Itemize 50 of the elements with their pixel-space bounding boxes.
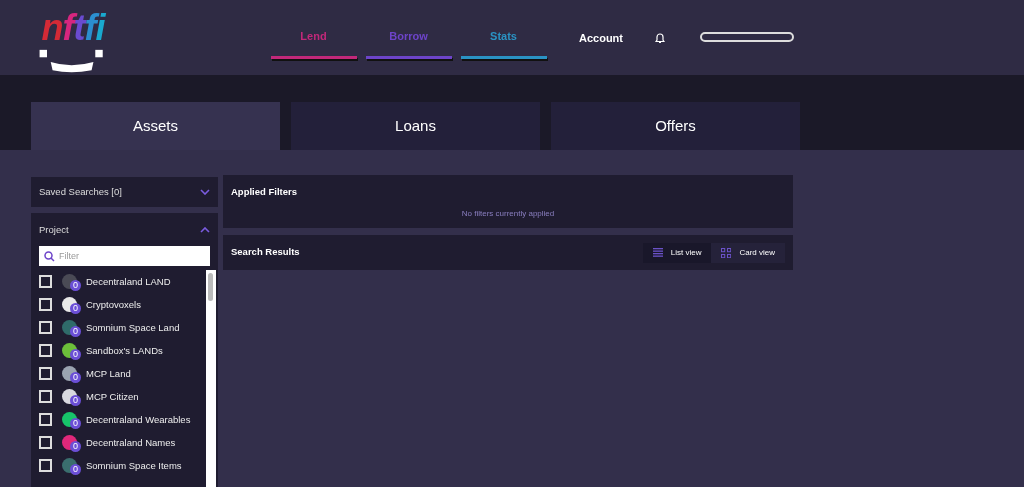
panel-title: Saved Searches [0] <box>39 184 122 199</box>
count-badge: 0 <box>70 280 81 292</box>
saved-searches-panel[interactable]: Saved Searches [0] <box>31 177 218 207</box>
checkbox[interactable] <box>39 321 52 335</box>
empty-message: No filters currently applied <box>460 208 556 221</box>
nav-link[interactable]: Stats <box>460 28 547 59</box>
tab[interactable]: Assets <box>31 102 280 150</box>
bell-icon[interactable] <box>655 32 665 44</box>
grid-icon <box>721 247 732 258</box>
count-badge: 0 <box>70 395 81 407</box>
project-name[interactable]: MCP Land <box>86 366 131 381</box>
panel-title: Project <box>39 223 69 237</box>
checkbox[interactable] <box>39 344 52 358</box>
scrollbar[interactable] <box>206 270 216 487</box>
project-name[interactable]: MCP Citizen <box>86 389 139 404</box>
list-icon <box>652 248 663 257</box>
project-name[interactable]: Decentraland Wearables <box>86 412 191 427</box>
chevron-down-icon[interactable] <box>200 189 210 195</box>
account-link[interactable]: Account <box>579 30 623 47</box>
project-name[interactable]: Decentraland Names <box>86 435 176 450</box>
project-name[interactable]: Decentraland LAND <box>86 274 171 289</box>
project-name[interactable]: Somnium Space Land <box>86 320 180 335</box>
panel-title: Search Results <box>231 245 300 260</box>
filter-field[interactable]: Filter <box>39 246 210 267</box>
search-icon <box>44 250 55 262</box>
count-badge: 0 <box>70 372 81 384</box>
count-badge: 0 <box>70 441 81 453</box>
view-toggle[interactable]: List view <box>642 242 712 263</box>
checkbox[interactable] <box>39 298 52 312</box>
checkbox[interactable] <box>39 275 52 289</box>
checkbox[interactable] <box>39 390 52 404</box>
count-badge: 0 <box>70 418 81 430</box>
tab[interactable]: Offers <box>551 102 800 150</box>
panel-title: Applied Filters <box>231 185 298 199</box>
chevron-up-icon[interactable] <box>200 227 210 234</box>
project-name[interactable]: Somnium Space Items <box>86 458 182 473</box>
checkbox[interactable] <box>39 459 52 473</box>
count-badge: 0 <box>70 303 81 315</box>
project-name[interactable]: Sandbox's LANDs <box>86 343 163 358</box>
checkbox[interactable] <box>39 367 52 381</box>
count-badge: 0 <box>70 464 81 476</box>
checkbox[interactable] <box>39 436 52 450</box>
count-badge: 0 <box>70 349 81 361</box>
tab[interactable]: Loans <box>291 102 540 150</box>
checkbox[interactable] <box>39 413 52 427</box>
project-name[interactable]: Cryptovoxels <box>86 297 141 312</box>
logo[interactable]: nftfi <box>31 8 115 74</box>
view-toggle[interactable]: Card view <box>711 242 785 263</box>
count-badge: 0 <box>70 326 81 338</box>
wallet-button[interactable] <box>700 32 794 42</box>
